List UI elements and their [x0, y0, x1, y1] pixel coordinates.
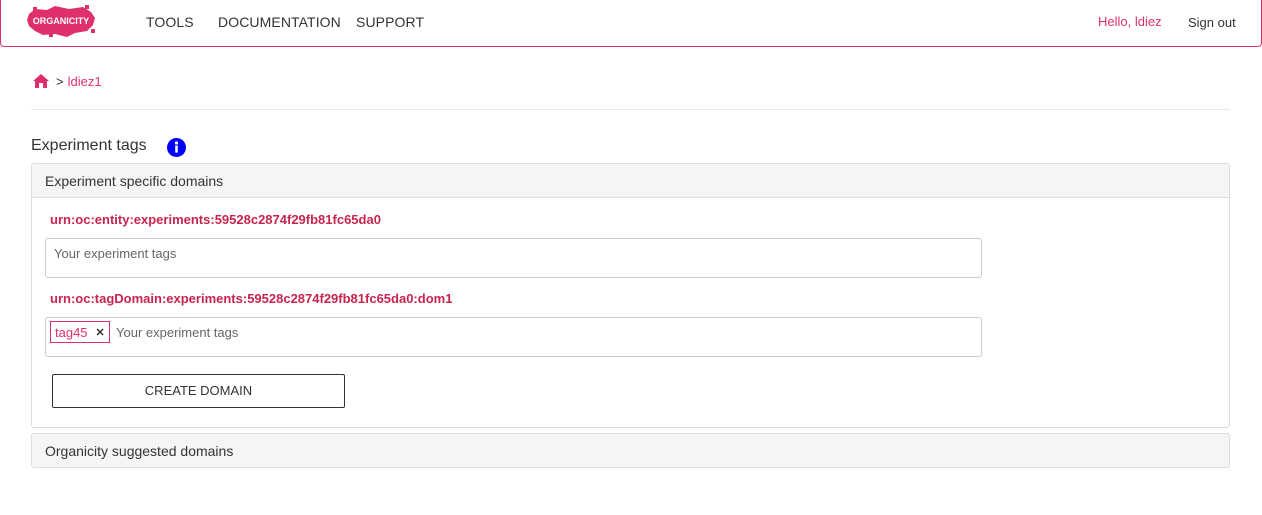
top-navbar: ORGANICITY TOOLS DOCUMENTATION SUPPORT H…: [0, 0, 1262, 47]
domain-urn: urn:oc:entity:experiments:59528c2874f29f…: [50, 212, 381, 227]
breadcrumb-separator: >: [56, 73, 64, 89]
logo-text: ORGANICITY: [33, 16, 90, 26]
domain-urn: urn:oc:tagDomain:experiments:59528c2874f…: [50, 291, 453, 306]
panel-heading[interactable]: Experiment specific domains: [32, 164, 1229, 198]
tag-chip-label: tag45: [55, 324, 88, 340]
breadcrumb: > ldiez1: [32, 72, 102, 90]
tag-chip: tag45 ✕: [50, 321, 110, 343]
home-icon[interactable]: [32, 73, 50, 89]
remove-tag-icon[interactable]: ✕: [96, 326, 105, 339]
tags-input[interactable]: Your experiment tags: [45, 238, 982, 278]
create-domain-button[interactable]: CREATE DOMAIN: [52, 374, 345, 408]
section-title: Experiment tags: [31, 137, 147, 154]
suggested-panel-heading: Organicity suggested domains: [45, 443, 234, 459]
breadcrumb-current[interactable]: ldiez1: [68, 74, 102, 89]
tags-placeholder: Your experiment tags: [116, 325, 239, 340]
signout-link[interactable]: Sign out: [1188, 15, 1236, 30]
organicity-logo[interactable]: ORGANICITY: [25, 4, 97, 38]
experiment-domains-panel: Experiment specific domains urn:oc:entit…: [31, 163, 1230, 428]
info-icon[interactable]: [167, 138, 186, 157]
tags-placeholder: Your experiment tags: [54, 246, 177, 261]
user-greeting[interactable]: Hello, ldiez: [1098, 14, 1162, 29]
nav-documentation-link[interactable]: DOCUMENTATION: [218, 14, 341, 30]
divider: [31, 109, 1230, 110]
tags-input[interactable]: tag45 ✕ Your experiment tags: [45, 317, 982, 357]
nav-tools-link[interactable]: TOOLS: [146, 14, 194, 30]
nav-support-link[interactable]: SUPPORT: [356, 14, 424, 30]
suggested-domains-panel[interactable]: Organicity suggested domains: [31, 433, 1230, 468]
